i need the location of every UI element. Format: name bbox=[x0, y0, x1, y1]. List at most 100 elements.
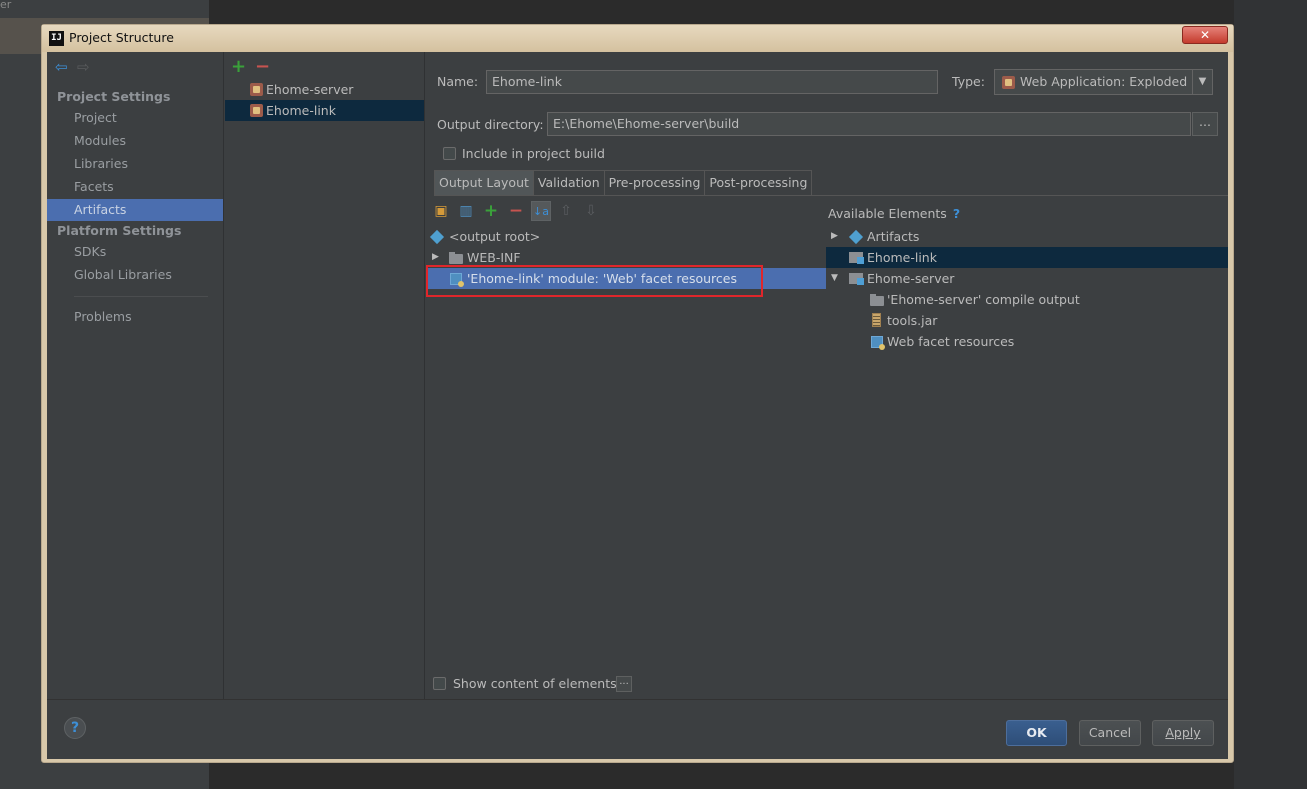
sidebar-item-artifacts[interactable]: Artifacts bbox=[47, 199, 223, 221]
artifact-toolbar: + − bbox=[231, 56, 271, 77]
tab-post-processing[interactable]: Post-processing bbox=[704, 170, 813, 196]
sidebar-item-project[interactable]: Project bbox=[47, 107, 223, 129]
chevron-down-icon[interactable]: ▼ bbox=[1192, 70, 1212, 94]
sidebar-divider bbox=[74, 296, 208, 297]
show-content-options-button[interactable]: ... bbox=[616, 676, 632, 692]
remove-artifact-button[interactable]: − bbox=[255, 56, 271, 77]
forward-arrow-icon[interactable]: ⇨ bbox=[77, 60, 93, 76]
war-exploded-icon bbox=[250, 83, 263, 96]
artifacts-icon bbox=[848, 229, 864, 245]
type-select[interactable]: Web Application: Exploded ▼ bbox=[994, 69, 1213, 95]
folder-icon bbox=[449, 252, 463, 264]
cancel-button[interactable]: Cancel bbox=[1079, 720, 1141, 746]
show-content-label: Show content of elements bbox=[453, 676, 617, 691]
sidebar-item-facets[interactable]: Facets bbox=[47, 176, 223, 198]
move-up-icon[interactable]: ⇧ bbox=[556, 201, 576, 221]
avail-row-ehome-server[interactable]: ▼ Ehome-server bbox=[826, 268, 1228, 289]
browse-button[interactable]: ... bbox=[1192, 112, 1218, 136]
ok-button[interactable]: OK bbox=[1006, 720, 1067, 746]
tree-label: tools.jar bbox=[887, 313, 938, 328]
title-bar[interactable]: IJ Project Structure ✕ bbox=[42, 25, 1233, 52]
artifact-list-panel: + − Ehome-server Ehome-link bbox=[225, 52, 425, 699]
tree-label: WEB-INF bbox=[467, 250, 521, 265]
create-archive-icon[interactable]: ▥ bbox=[456, 201, 476, 221]
add-artifact-button[interactable]: + bbox=[231, 56, 247, 77]
sidebar-item-modules[interactable]: Modules bbox=[47, 130, 223, 152]
expand-arrow-icon[interactable]: ▶ bbox=[432, 247, 439, 268]
artifact-label: Ehome-server bbox=[266, 82, 354, 97]
collapse-arrow-icon[interactable]: ▼ bbox=[831, 268, 838, 289]
tab-bar: Output Layout Validation Pre-processing Pos… bbox=[434, 170, 813, 196]
compile-output-icon bbox=[870, 294, 884, 306]
expand-arrow-icon[interactable]: ▶ bbox=[831, 226, 838, 247]
sidebar-item-global-libraries[interactable]: Global Libraries bbox=[47, 264, 223, 286]
output-root-icon bbox=[429, 229, 445, 245]
project-settings-header: Project Settings bbox=[57, 89, 171, 104]
type-value: Web Application: Exploded bbox=[1020, 74, 1188, 89]
tab-output-layout[interactable]: Output Layout bbox=[434, 170, 534, 196]
tree-label: Ehome-server bbox=[867, 271, 955, 286]
settings-sidebar: ⇦ ⇨ Project Settings Project Modules Libr… bbox=[47, 52, 224, 699]
show-content-checkbox[interactable] bbox=[433, 677, 446, 690]
jar-icon bbox=[872, 313, 881, 327]
window-title: Project Structure bbox=[69, 30, 174, 45]
name-label: Name: bbox=[437, 74, 479, 89]
sidebar-item-sdks[interactable]: SDKs bbox=[47, 241, 223, 263]
tree-row-web-inf[interactable]: ▶ WEB-INF bbox=[426, 247, 826, 268]
web-resources-icon bbox=[871, 336, 885, 350]
background-right bbox=[1234, 0, 1307, 789]
module-icon bbox=[849, 273, 864, 285]
war-exploded-icon bbox=[250, 104, 263, 117]
help-button[interactable]: ? bbox=[64, 717, 86, 739]
close-button[interactable]: ✕ bbox=[1182, 26, 1228, 44]
add-element-icon[interactable]: + bbox=[481, 201, 501, 221]
web-resources-icon bbox=[450, 273, 464, 287]
artifact-item-ehome-link[interactable]: Ehome-link bbox=[225, 100, 424, 121]
platform-settings-header: Platform Settings bbox=[57, 223, 182, 238]
remove-element-icon[interactable]: − bbox=[506, 201, 526, 221]
artifact-editor: Name: Ehome-link Type: Web Application: … bbox=[426, 52, 1228, 699]
back-arrow-icon[interactable]: ⇦ bbox=[55, 60, 71, 76]
layout-toolbar: ▣ ▥ + − ↓a ⇧ ⇩ bbox=[431, 201, 606, 223]
sort-icon[interactable]: ↓a bbox=[531, 201, 551, 221]
tab-validation[interactable]: Validation bbox=[532, 170, 605, 196]
intellij-app-icon: IJ bbox=[49, 31, 64, 46]
tab-pre-processing[interactable]: Pre-processing bbox=[603, 170, 706, 196]
avail-row-tools-jar[interactable]: tools.jar bbox=[826, 310, 1228, 331]
war-exploded-icon bbox=[1002, 76, 1015, 89]
tree-row-web-facet-resources[interactable]: 'Ehome-link' module: 'Web' facet resourc… bbox=[426, 268, 826, 289]
help-icon[interactable]: ? bbox=[953, 206, 960, 221]
sidebar-item-libraries[interactable]: Libraries bbox=[47, 153, 223, 175]
project-structure-dialog: IJ Project Structure ✕ ⇦ ⇨ Project Settin… bbox=[41, 24, 1234, 763]
tree-row-output-root[interactable]: <output root> bbox=[426, 226, 826, 247]
move-down-icon[interactable]: ⇩ bbox=[581, 201, 601, 221]
avail-row-web-facet-resources[interactable]: Web facet resources bbox=[826, 331, 1228, 352]
artifact-item-ehome-server[interactable]: Ehome-server bbox=[225, 79, 424, 100]
tree-label: Web facet resources bbox=[887, 334, 1015, 349]
module-icon bbox=[849, 252, 864, 264]
available-elements-pane: Available Elements? ▶ Artifacts Ehome-li… bbox=[826, 196, 1228, 656]
avail-row-ehome-link[interactable]: Ehome-link bbox=[826, 247, 1228, 268]
name-input[interactable]: Ehome-link bbox=[486, 70, 938, 94]
create-directory-icon[interactable]: ▣ bbox=[431, 201, 451, 221]
tree-label: Artifacts bbox=[867, 229, 920, 244]
apply-button[interactable]: Apply bbox=[1152, 720, 1214, 746]
include-build-checkbox[interactable] bbox=[443, 147, 456, 160]
available-elements-header: Available Elements? bbox=[828, 206, 960, 221]
avail-row-compile-output[interactable]: 'Ehome-server' compile output bbox=[826, 289, 1228, 310]
artifact-label: Ehome-link bbox=[266, 103, 336, 118]
bottom-separator bbox=[47, 699, 1228, 700]
tree-label: 'Ehome-server' compile output bbox=[887, 292, 1080, 307]
output-directory-label: Output directory: bbox=[437, 117, 544, 132]
dialog-body: ⇦ ⇨ Project Settings Project Modules Libr… bbox=[47, 52, 1228, 759]
tree-label: 'Ehome-link' module: 'Web' facet resourc… bbox=[467, 271, 738, 286]
background-text: er bbox=[0, 0, 12, 11]
sidebar-item-problems[interactable]: Problems bbox=[47, 306, 223, 328]
avail-row-artifacts[interactable]: ▶ Artifacts bbox=[826, 226, 1228, 247]
tree-label: <output root> bbox=[449, 229, 541, 244]
output-directory-input[interactable]: E:\Ehome\Ehome-server\build bbox=[547, 112, 1191, 136]
include-build-label: Include in project build bbox=[462, 146, 605, 161]
nav-arrows: ⇦ ⇨ bbox=[55, 60, 93, 76]
tree-label: Ehome-link bbox=[867, 250, 937, 265]
output-layout-pane: ▣ ▥ + − ↓a ⇧ ⇩ <output root> ▶ WEB-INF 'Ehome-… bbox=[426, 196, 826, 656]
